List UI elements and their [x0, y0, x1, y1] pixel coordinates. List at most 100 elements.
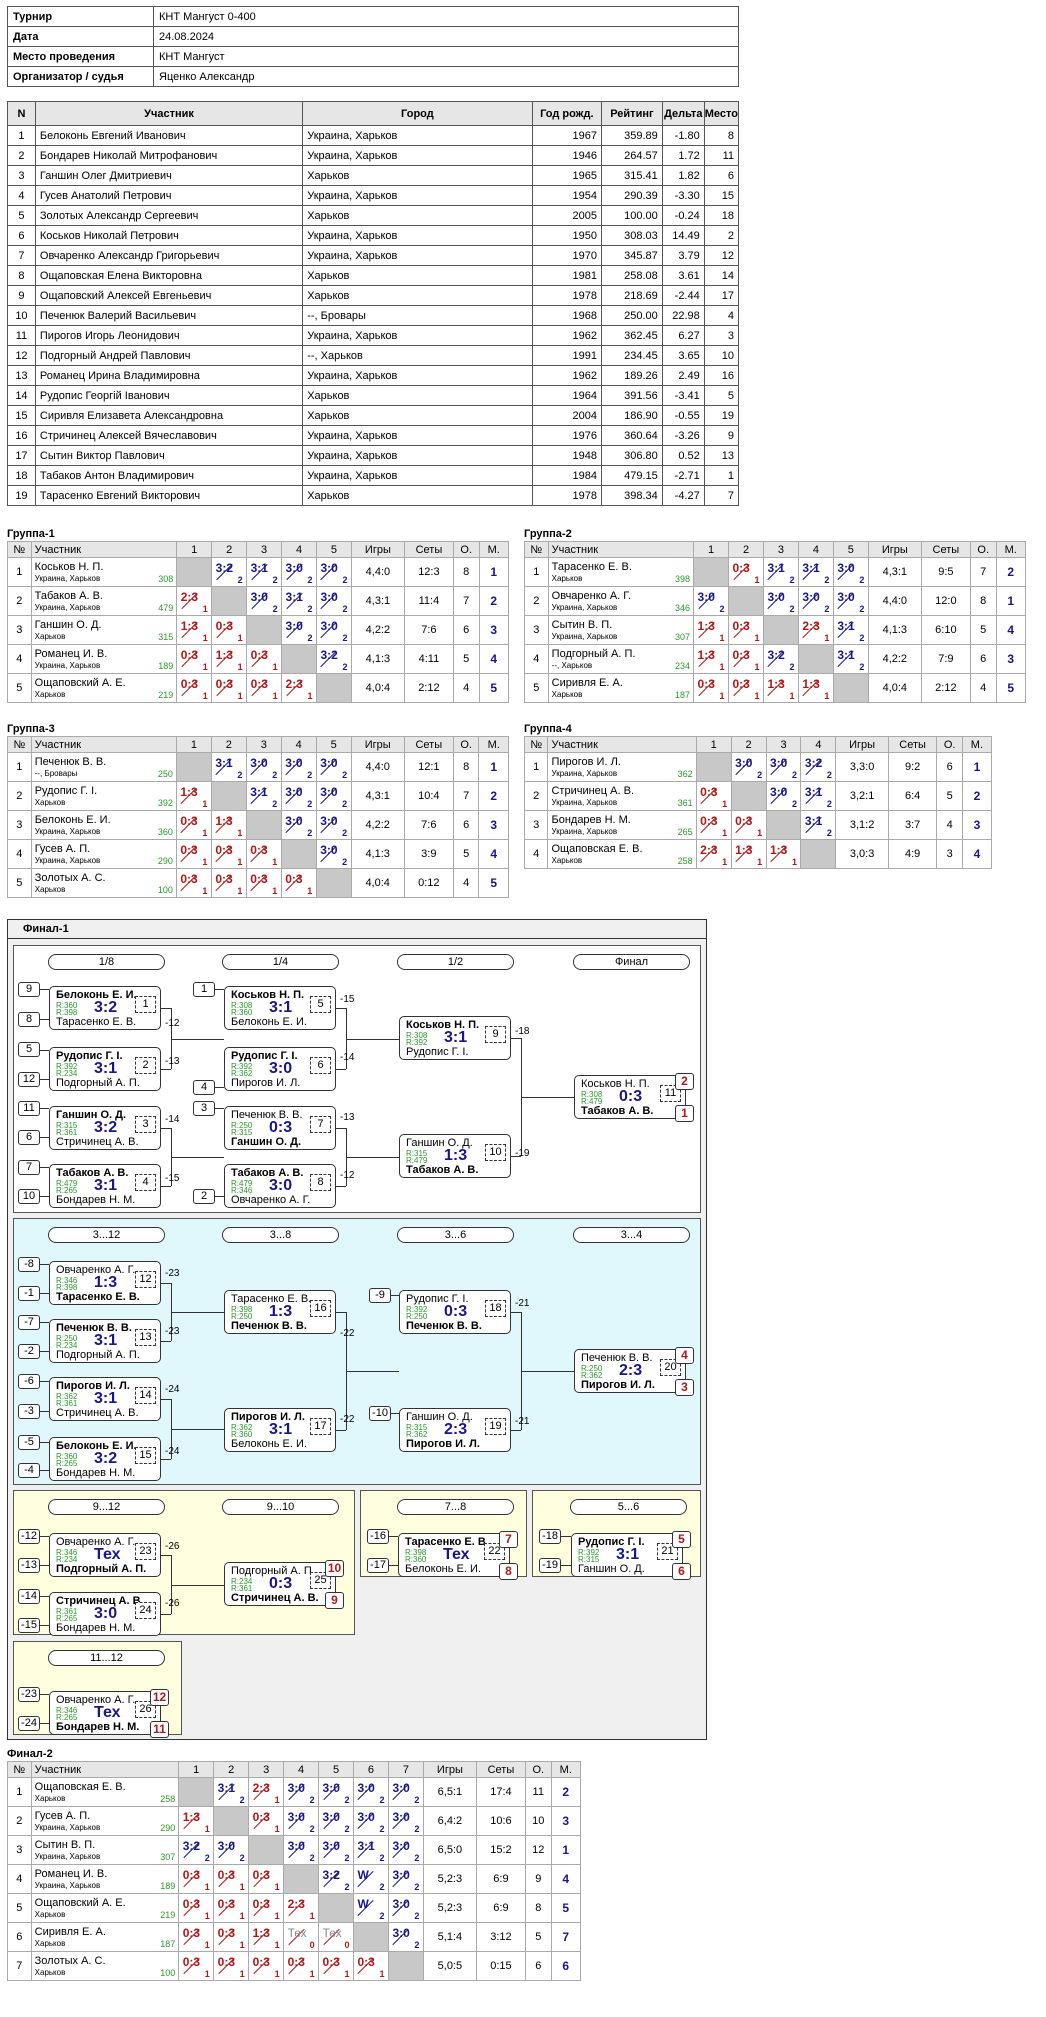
- score: 0:3 1: [180, 1865, 213, 1893]
- score-cell: 3:0 2: [387, 1777, 424, 1807]
- bracket-line: [346, 1157, 399, 1158]
- score-value: 3:0: [287, 1810, 305, 1824]
- participant-rating: 258: [160, 1794, 176, 1804]
- round-header: 9...12: [48, 1499, 165, 1515]
- participant-cell: Ощаповский А. Е. Харьков 219: [30, 1893, 180, 1923]
- player-b-name: Подгорный А. П.: [56, 1349, 140, 1361]
- bracket-line: [521, 1371, 574, 1372]
- seed-number: -4: [18, 1463, 40, 1478]
- col-header: Сеты: [475, 1761, 526, 1778]
- loser-ref: -23: [165, 1326, 180, 1337]
- score-value: 3:2: [322, 1868, 340, 1882]
- sets: 6:9: [475, 1893, 526, 1923]
- player-b-name: Бондарев Н. М.: [56, 1194, 136, 1206]
- bracket-line: [40, 1351, 49, 1352]
- loser-ref: -14: [165, 1114, 180, 1125]
- bracket-line: [561, 1565, 571, 1566]
- participant-cell: Ощаповская Е. В. Харьков 258: [30, 1777, 180, 1807]
- score-cell: Тех 0: [283, 1922, 320, 1952]
- score: Тех 0: [320, 1923, 353, 1951]
- row-number: 6: [7, 1922, 32, 1952]
- score: 0:3 1: [215, 1865, 248, 1893]
- bracket-line: [40, 1322, 49, 1323]
- score-value: 3:0: [217, 1839, 236, 1853]
- group-title: Финал-2: [7, 1748, 53, 1760]
- score-cell: 3:0 2: [353, 1777, 389, 1807]
- match-box: Ганшин О. Д. R:315 R:479 1:3 Табаков А. В. 10: [399, 1134, 511, 1178]
- player-b-name: Стричинец А. В.: [231, 1592, 319, 1604]
- match-number: 16: [310, 1300, 331, 1317]
- score: 3:0 2: [320, 1778, 353, 1806]
- diagonal-cell: [387, 1951, 424, 1981]
- score: 3:1 2: [354, 1836, 387, 1864]
- match-number: 10: [485, 1144, 506, 1161]
- points: 12: [524, 1835, 552, 1865]
- diagonal-cell: [178, 1777, 215, 1807]
- bracket-line: [336, 1069, 346, 1070]
- score-cell: 0:3 1: [248, 1893, 285, 1923]
- score-points: 1: [309, 1969, 315, 1979]
- games: 6,5:1: [422, 1777, 477, 1807]
- diagonal-cell: [318, 1893, 355, 1923]
- row-number: 1: [7, 1777, 32, 1807]
- player-b-name: Рудопис Г. І.: [406, 1046, 469, 1058]
- match-box: Коськов Н. П. R:308 R:392 3:1 Рудопис Г. І. 9: [399, 1016, 511, 1060]
- score-cell: 1:3 1: [248, 1922, 285, 1952]
- participant-name: Сиривля Е. А.: [34, 1925, 106, 1938]
- match-score: 3:1: [444, 1029, 468, 1046]
- score-cell: 0:3 1: [178, 1864, 215, 1894]
- match-score: 3:1: [616, 1546, 640, 1563]
- match-box: Ганшин О. Д. R:315 R:362 2:3 Пирогов И. Л. 19: [399, 1408, 511, 1452]
- score: 0:3 1: [215, 1923, 248, 1951]
- match-box: Пирогов И. Л. R:362 R:361 3:1 Стричинец А. В…: [49, 1377, 161, 1421]
- match-score: 3:1: [94, 1390, 118, 1407]
- match-box: Коськов Н. П. R:308 R:479 0:3 Табаков А. В. 1…: [574, 1073, 694, 1122]
- final-2: Финал-2 № Участник 1 2 3 4 5 6 7 Игры Сеты О. М. 1 Ощап…: [7, 1746, 582, 1981]
- score: 3:0 2: [389, 1836, 422, 1864]
- player-b-name: Печенюк В. В.: [231, 1320, 307, 1332]
- score: 0:3 1: [180, 1952, 213, 1980]
- score-cell: 0:3 1: [248, 1806, 285, 1836]
- seed-number: 4: [193, 1080, 215, 1095]
- score-points: 2: [414, 1795, 420, 1805]
- score-cell: 3:0 2: [283, 1835, 320, 1865]
- participant-name: Гусев А. П.: [34, 1809, 91, 1822]
- score-value: 1:3: [252, 1926, 270, 1940]
- score-points: 1: [204, 1940, 210, 1950]
- score: 0:3 1: [250, 1807, 283, 1835]
- score: 3:0 2: [285, 1836, 318, 1864]
- bracket-line: [40, 1079, 49, 1080]
- score-value: 0:3: [287, 1955, 305, 1969]
- bracket-line: [40, 1470, 49, 1471]
- score-cell: 0:3 1: [248, 1864, 285, 1894]
- score-value: 3:0: [357, 1781, 375, 1795]
- bracket-line: [389, 1565, 398, 1566]
- score: 0:3 1: [250, 1894, 283, 1922]
- score-value: 3:0: [322, 1781, 340, 1795]
- score-value: 3:0: [392, 1868, 410, 1882]
- score: 3:0 2: [320, 1836, 353, 1864]
- score-points: 2: [239, 1853, 245, 1863]
- loser-ref: -15: [340, 994, 355, 1005]
- bracket-line: [161, 1614, 171, 1615]
- score-cell: 0:3 1: [353, 1951, 389, 1981]
- score-cell: 0:3 1: [178, 1951, 215, 1981]
- player-b-name: Ганшин О. Д.: [231, 1136, 302, 1148]
- participant-city: Харьков: [34, 1909, 66, 1919]
- score-cell: 3:0 2: [283, 1777, 320, 1807]
- bracket-line: [336, 1430, 346, 1431]
- participant-rating: 100: [160, 1968, 176, 1978]
- player-b-name: Подгорный А. П.: [56, 1563, 147, 1575]
- score-value: 0:3: [182, 1926, 201, 1940]
- row-number: 3: [7, 1835, 32, 1865]
- loser-ref: -19: [515, 1148, 530, 1159]
- score: 3:0 2: [354, 1778, 387, 1806]
- score-cell: 3:2 2: [318, 1864, 355, 1894]
- bracket-line: [40, 1293, 49, 1294]
- score: 3:1 2: [215, 1778, 248, 1806]
- score-points: 2: [344, 1882, 350, 1892]
- score-points: 1: [239, 1882, 245, 1892]
- round-header: 3...12: [48, 1227, 165, 1243]
- player-b-name: Печенюк В. В.: [406, 1320, 482, 1332]
- score: 0:3 1: [250, 1952, 283, 1980]
